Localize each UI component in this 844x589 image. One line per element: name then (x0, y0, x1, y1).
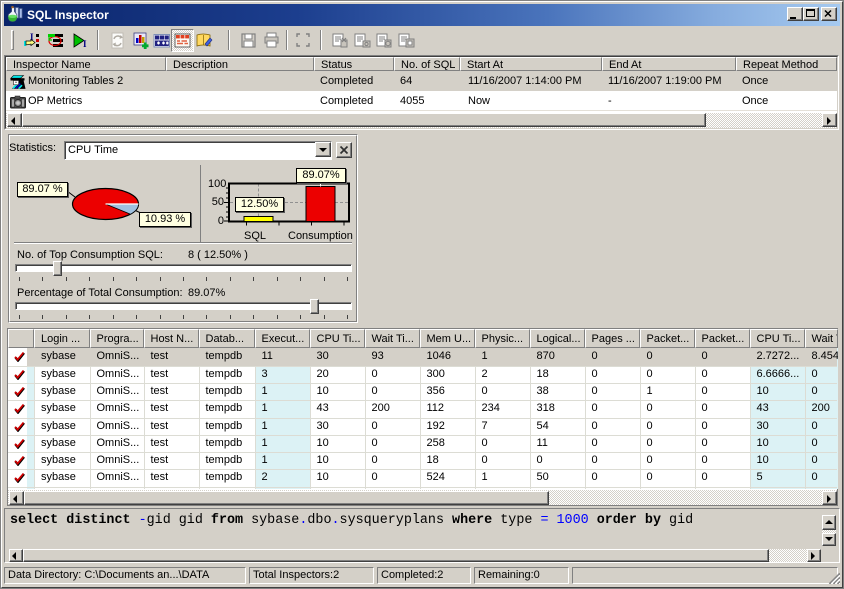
svg-text:I: I (83, 39, 87, 49)
